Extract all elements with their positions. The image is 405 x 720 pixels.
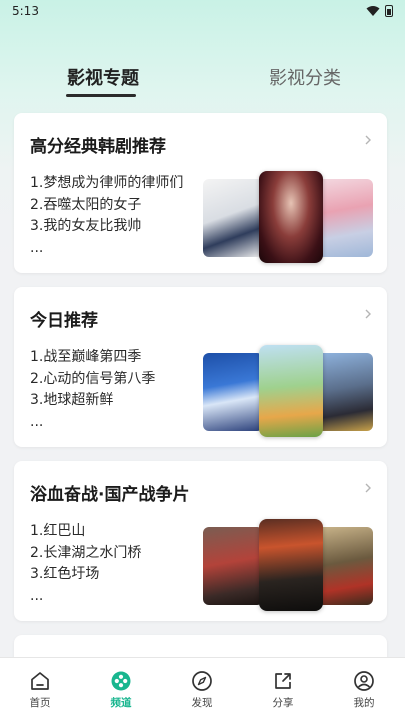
- nav-share-label: 分享: [272, 697, 294, 709]
- topic-card-korean-drama[interactable]: 高分经典韩剧推荐 1.梦想成为律师的律师们 2.吞噬太阳的女子 3.我的女友比我…: [14, 113, 387, 273]
- poster-image: [203, 527, 263, 605]
- battery-icon: [385, 5, 393, 17]
- card-title: 今日推荐: [30, 311, 98, 331]
- nav-discover[interactable]: 发现: [172, 670, 232, 710]
- status-time: 5:13: [12, 4, 39, 18]
- channel-icon: [111, 671, 131, 691]
- poster-image: [259, 345, 323, 437]
- card-title: 高分经典韩剧推荐: [30, 137, 166, 157]
- tab-categories[interactable]: 影视分类: [269, 64, 341, 90]
- poster-stack: [203, 345, 373, 437]
- poster-image: [317, 353, 373, 431]
- nav-discover-label: 发现: [191, 697, 213, 709]
- poster-stack: [203, 519, 373, 611]
- top-tabs: 影视专题 影视分类: [0, 64, 405, 104]
- status-icons: [366, 5, 393, 17]
- poster-image: [203, 353, 263, 431]
- topic-card-today-recommend[interactable]: 今日推荐 1.战至巅峰第四季 2.心动的信号第八季 3.地球超新鲜 ...: [14, 287, 387, 447]
- list-item: ...: [30, 413, 44, 430]
- bottom-nav: 首页 频道 发现 分享 我的: [0, 657, 405, 720]
- home-icon: [31, 672, 49, 690]
- list-item: 1.战至巅峰第四季: [30, 349, 142, 365]
- card-list: 1.梦想成为律师的律师们 2.吞噬太阳的女子 3.我的女友比我帅 ...: [30, 173, 183, 259]
- list-item: 2.长津湖之水门桥: [30, 544, 142, 561]
- poster-image: [317, 179, 373, 257]
- list-item: 1.梦想成为律师的律师们: [30, 175, 184, 191]
- poster-image: [259, 171, 323, 263]
- list-item: 2.心动的信号第八季: [30, 370, 156, 387]
- topic-card-war-films[interactable]: 浴血奋战·国产战争片 1.红巴山 2.长津湖之水门桥 3.红色圩场 ...: [14, 461, 387, 621]
- chevron-right-icon: [365, 483, 371, 493]
- list-item: ...: [30, 239, 44, 256]
- list-item: ...: [30, 587, 44, 604]
- tab-active-indicator: [66, 94, 136, 97]
- nav-channel-label: 频道: [110, 697, 132, 709]
- list-item: 3.地球超新鲜: [30, 392, 114, 408]
- poster-image: [203, 179, 263, 257]
- share-icon: [275, 673, 291, 689]
- chevron-right-icon: [365, 309, 371, 319]
- compass-icon: [192, 671, 212, 691]
- nav-share[interactable]: 分享: [253, 670, 313, 710]
- wifi-icon: [366, 6, 380, 16]
- status-bar: 5:13: [0, 0, 405, 24]
- list-item: 2.吞噬太阳的女子: [30, 196, 142, 213]
- list-item: 1.红巴山: [30, 523, 86, 539]
- user-icon: [354, 671, 374, 691]
- nav-mine-label: 我的: [353, 697, 375, 709]
- card-title: 浴血奋战·国产战争片: [30, 485, 190, 505]
- nav-home[interactable]: 首页: [10, 670, 70, 710]
- tab-topics[interactable]: 影视专题: [67, 64, 139, 90]
- chevron-right-icon: [365, 135, 371, 145]
- nav-mine[interactable]: 我的: [334, 670, 394, 710]
- list-item: 3.我的女友比我帅: [30, 218, 142, 234]
- nav-home-label: 首页: [29, 697, 51, 709]
- card-list: 1.战至巅峰第四季 2.心动的信号第八季 3.地球超新鲜 ...: [30, 347, 155, 433]
- nav-channel[interactable]: 频道: [91, 670, 151, 710]
- card-list: 1.红巴山 2.长津湖之水门桥 3.红色圩场 ...: [30, 521, 141, 607]
- poster-stack: [203, 171, 373, 263]
- list-item: 3.红色圩场: [30, 566, 100, 582]
- poster-image: [317, 527, 373, 605]
- poster-image: [259, 519, 323, 611]
